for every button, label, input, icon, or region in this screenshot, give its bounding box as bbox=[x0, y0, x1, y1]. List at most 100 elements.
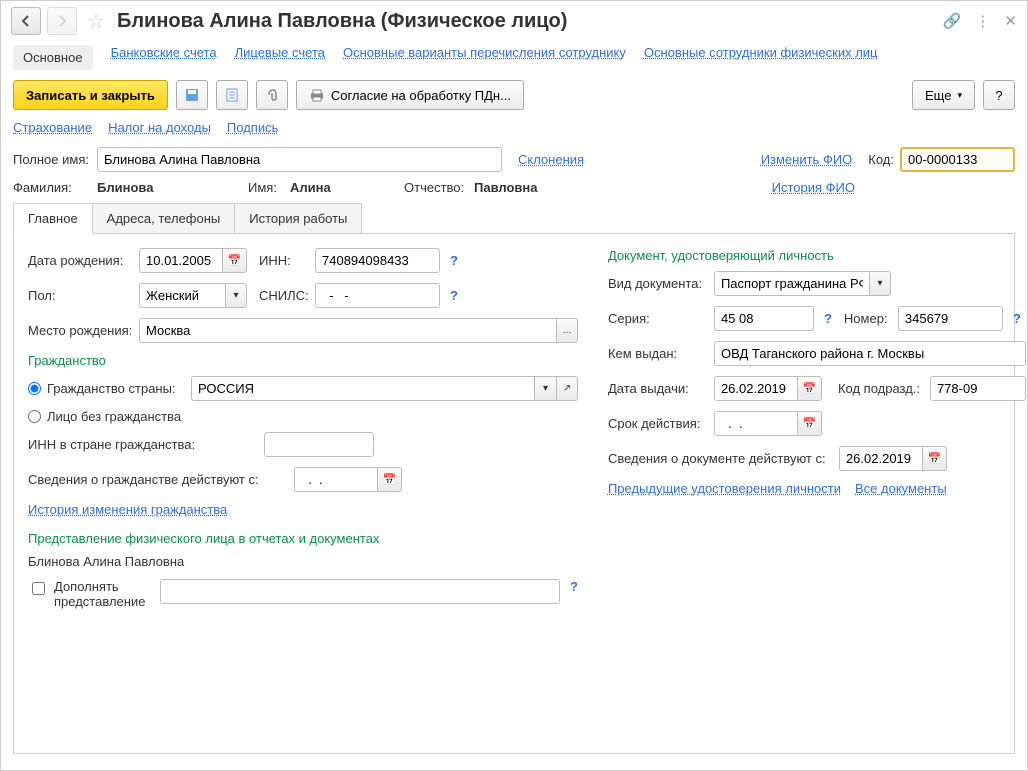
inn-label: ИНН: bbox=[259, 253, 309, 268]
snils-input[interactable] bbox=[315, 283, 440, 308]
doc-button[interactable] bbox=[216, 80, 248, 110]
doc-from-label: Сведения о документе действуют с: bbox=[608, 451, 833, 466]
series-label: Серия: bbox=[608, 311, 708, 326]
supplement-checkbox[interactable] bbox=[32, 582, 45, 595]
snils-help[interactable]: ? bbox=[450, 288, 458, 303]
fullname-input[interactable] bbox=[97, 147, 502, 172]
gender-label: Пол: bbox=[28, 288, 133, 303]
consent-button[interactable]: Согласие на обработку ПДн... bbox=[296, 80, 524, 110]
stateless-radio[interactable] bbox=[28, 410, 41, 423]
doc-from-calendar-button[interactable]: 📅 bbox=[923, 446, 947, 471]
all-docs-link[interactable]: Все документы bbox=[855, 481, 947, 496]
surname-value: Блинова bbox=[97, 180, 242, 195]
help-button[interactable]: ? bbox=[983, 80, 1015, 110]
foreign-inn-input[interactable] bbox=[264, 432, 374, 457]
issue-date-input[interactable] bbox=[714, 376, 798, 401]
stateless-label: Лицо без гражданства bbox=[47, 409, 181, 424]
favorite-icon[interactable]: ☆ bbox=[87, 9, 105, 34]
more-button[interactable]: Еще ▾ bbox=[912, 80, 975, 110]
subnav-personal-acc[interactable]: Лицевые счета bbox=[235, 45, 325, 70]
subnav-transfer[interactable]: Основные варианты перечисления сотрудник… bbox=[343, 45, 626, 70]
patronymic-value: Павловна bbox=[474, 180, 538, 195]
doc-type-input[interactable] bbox=[714, 271, 869, 296]
dept-code-input[interactable] bbox=[930, 376, 1026, 401]
surname-label: Фамилия: bbox=[13, 180, 91, 195]
supplement-input[interactable] bbox=[160, 579, 560, 604]
tab-history[interactable]: История работы bbox=[234, 203, 362, 233]
number-input[interactable] bbox=[898, 306, 1003, 331]
patronymic-label: Отчество: bbox=[404, 180, 468, 195]
link-tax[interactable]: Налог на доходы bbox=[108, 120, 211, 135]
link-icon[interactable]: 🔗 bbox=[943, 12, 962, 30]
birthplace-input[interactable] bbox=[139, 318, 556, 343]
citizenship-from-input[interactable] bbox=[294, 467, 378, 492]
name-value: Алина bbox=[290, 180, 398, 195]
issued-by-label: Кем выдан: bbox=[608, 346, 708, 361]
birth-calendar-button[interactable]: 📅 bbox=[223, 248, 247, 273]
link-signature[interactable]: Подпись bbox=[227, 120, 278, 135]
window-title: Блинова Алина Павловна (Физическое лицо) bbox=[117, 10, 937, 33]
series-help[interactable]: ? bbox=[824, 311, 832, 326]
fullname-label: Полное имя: bbox=[13, 152, 91, 167]
repr-title: Представление физического лица в отчетах… bbox=[28, 531, 578, 546]
snils-label: СНИЛС: bbox=[259, 288, 309, 303]
close-icon[interactable]: ✕ bbox=[1004, 12, 1017, 30]
attach-button[interactable] bbox=[256, 80, 288, 110]
birth-input[interactable] bbox=[139, 248, 223, 273]
doc-type-dropdown-button[interactable]: ▾ bbox=[869, 271, 891, 296]
citizenship-country-radio[interactable] bbox=[28, 382, 41, 395]
repr-value: Блинова Алина Павловна bbox=[28, 554, 578, 569]
inn-help[interactable]: ? bbox=[450, 253, 458, 268]
number-label: Номер: bbox=[844, 311, 892, 326]
subnav-bank[interactable]: Банковские счета bbox=[111, 45, 217, 70]
back-button[interactable] bbox=[11, 7, 41, 35]
change-fio-link[interactable]: Изменить ФИО bbox=[761, 152, 853, 167]
gender-dropdown-button[interactable]: ▾ bbox=[225, 283, 247, 308]
prev-docs-link[interactable]: Предыдущие удостоверения личности bbox=[608, 481, 841, 496]
valid-until-label: Срок действия: bbox=[608, 416, 708, 431]
tab-main[interactable]: Главное bbox=[13, 203, 93, 234]
save-icon bbox=[184, 87, 200, 103]
declensions-link[interactable]: Склонения bbox=[518, 152, 584, 167]
dept-code-label: Код подразд.: bbox=[838, 381, 924, 396]
tab-addresses[interactable]: Адреса, телефоны bbox=[92, 203, 236, 233]
save-button[interactable] bbox=[176, 80, 208, 110]
birth-label: Дата рождения: bbox=[28, 253, 133, 268]
citizenship-history-link[interactable]: История изменения гражданства bbox=[28, 502, 227, 517]
attachment-icon bbox=[264, 87, 280, 103]
save-close-button[interactable]: Записать и закрыть bbox=[13, 80, 168, 110]
citizenship-country-input[interactable] bbox=[191, 376, 534, 401]
birthplace-label: Место рождения: bbox=[28, 323, 133, 338]
issued-by-input[interactable] bbox=[714, 341, 1026, 366]
forward-button[interactable] bbox=[47, 7, 77, 35]
birthplace-select-button[interactable]: ... bbox=[556, 318, 578, 343]
citizenship-title: Гражданство bbox=[28, 353, 578, 368]
doc-type-label: Вид документа: bbox=[608, 276, 708, 291]
history-fio-link[interactable]: История ФИО bbox=[772, 180, 855, 195]
citizenship-dropdown-button[interactable]: ▾ bbox=[534, 376, 556, 401]
citizenship-country-label: Гражданство страны: bbox=[47, 381, 185, 396]
doc-from-input[interactable] bbox=[839, 446, 923, 471]
inn-input[interactable] bbox=[315, 248, 440, 273]
number-help[interactable]: ? bbox=[1013, 311, 1021, 326]
valid-until-calendar-button[interactable]: 📅 bbox=[798, 411, 822, 436]
code-input[interactable] bbox=[900, 147, 1015, 172]
print-icon bbox=[309, 87, 325, 103]
citizenship-from-calendar-button[interactable]: 📅 bbox=[378, 467, 402, 492]
foreign-inn-label: ИНН в стране гражданства: bbox=[28, 437, 258, 452]
link-insurance[interactable]: Страхование bbox=[13, 120, 92, 135]
citizenship-from-label: Сведения о гражданстве действуют с: bbox=[28, 472, 288, 487]
subnav-employees[interactable]: Основные сотрудники физических лиц bbox=[644, 45, 878, 70]
code-label: Код: bbox=[868, 152, 894, 167]
citizenship-open-button[interactable]: ↗ bbox=[556, 376, 578, 401]
issue-date-calendar-button[interactable]: 📅 bbox=[798, 376, 822, 401]
supplement-label: Дополнять представление bbox=[54, 579, 154, 609]
valid-until-input[interactable] bbox=[714, 411, 798, 436]
series-input[interactable] bbox=[714, 306, 814, 331]
supplement-help[interactable]: ? bbox=[570, 579, 578, 594]
name-label: Имя: bbox=[248, 180, 284, 195]
gender-input[interactable] bbox=[139, 283, 225, 308]
subnav-main[interactable]: Основное bbox=[13, 45, 93, 70]
issue-date-label: Дата выдачи: bbox=[608, 381, 708, 396]
more-icon[interactable]: ⋮ bbox=[975, 12, 990, 30]
